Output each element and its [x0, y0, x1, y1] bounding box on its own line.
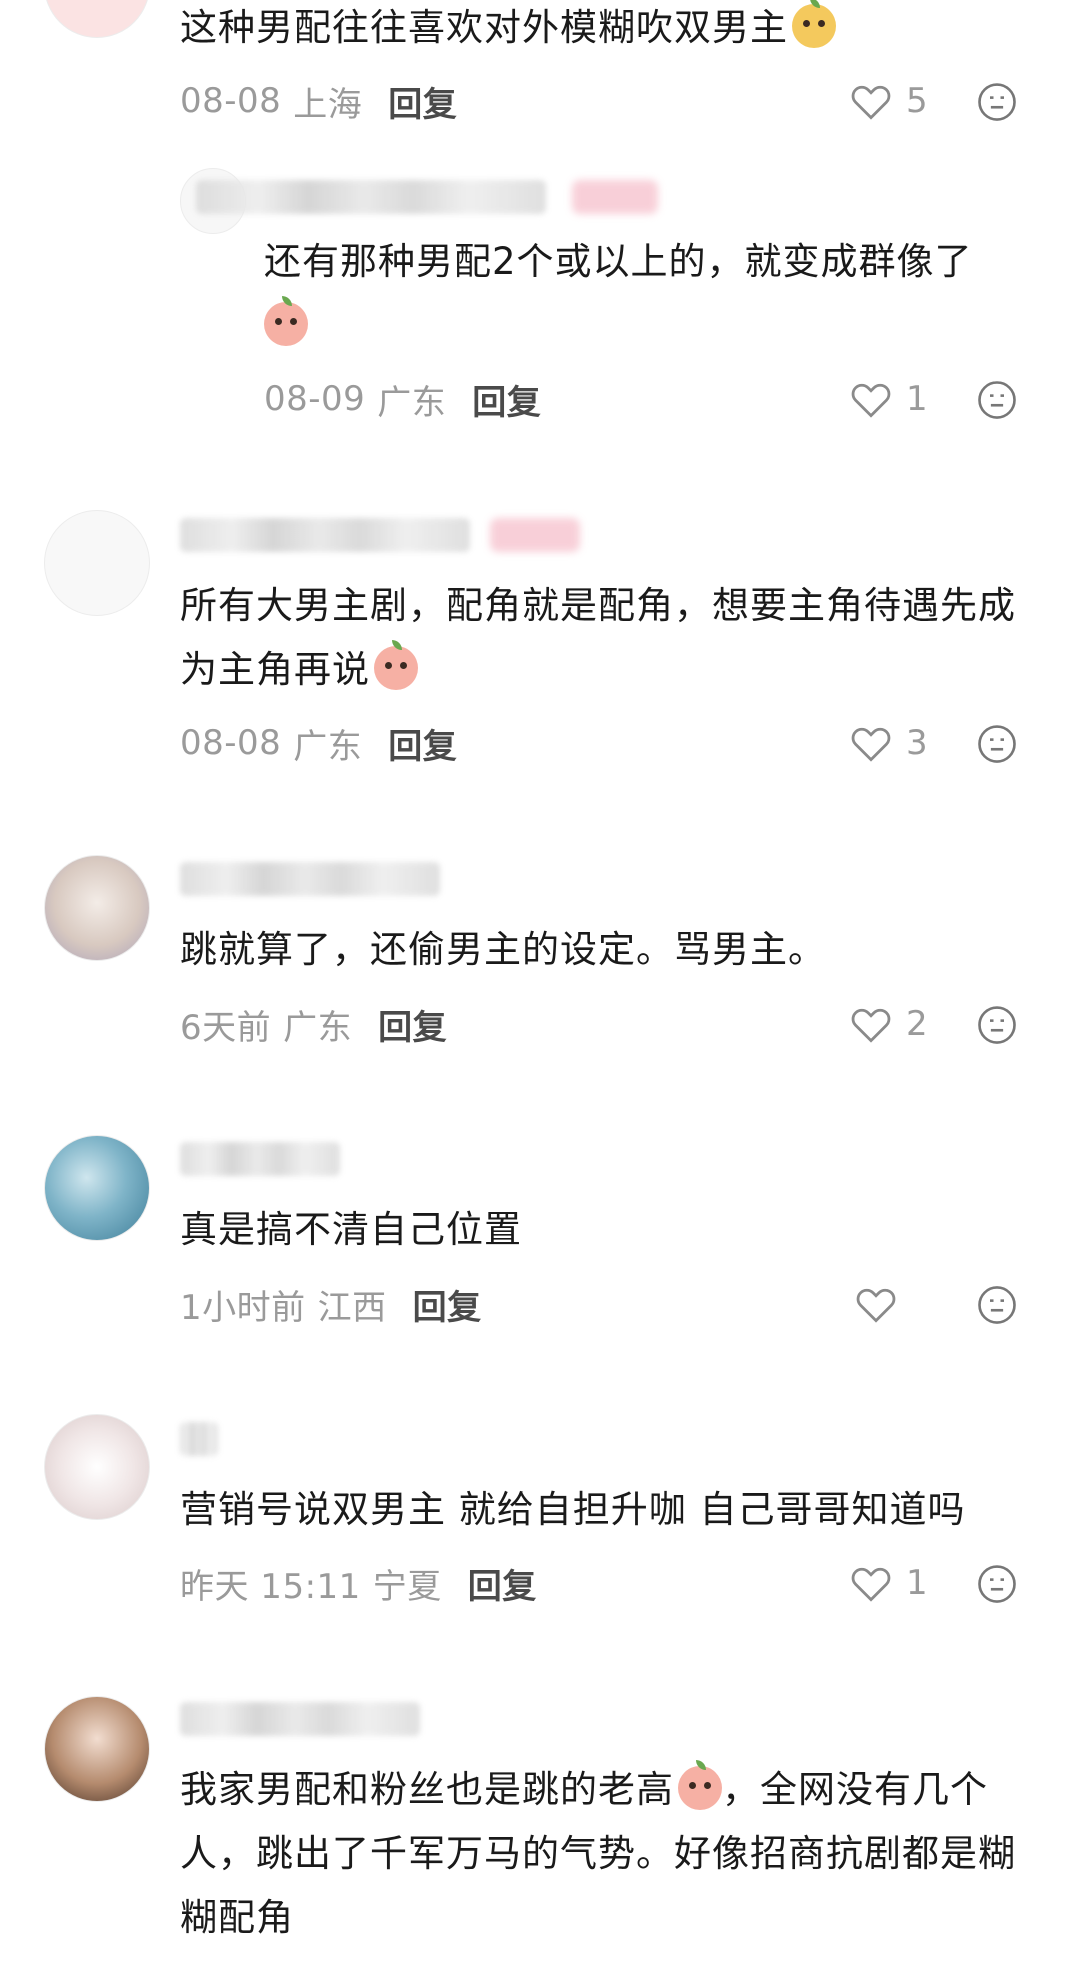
username-blurred — [180, 862, 440, 896]
like-count: 1 — [906, 1563, 928, 1603]
avatar[interactable] — [44, 0, 150, 38]
smiley-icon[interactable] — [976, 1004, 1018, 1046]
comment-location: 江西 — [317, 1287, 387, 1328]
comment-date: 昨天 15:11 — [180, 1566, 361, 1607]
comment-location: 宁夏 — [372, 1566, 442, 1607]
author-tag-blurred — [572, 180, 658, 214]
username-blurred — [180, 518, 470, 552]
comment-date: 08-08 — [180, 81, 282, 121]
comment-meta: 6天前 广东 回复 — [180, 999, 447, 1049]
like-button[interactable] — [855, 1279, 911, 1329]
like-button[interactable]: 3 — [850, 718, 928, 768]
comment-text: 这种男配往往喜欢对外模糊吹双男主 — [180, 0, 1040, 60]
comment-date: 08-08 — [180, 723, 282, 763]
like-button[interactable]: 5 — [850, 76, 928, 126]
avatar[interactable] — [44, 1135, 150, 1241]
comment-text: 营销号说双男主 就给自担升咖 自己哥哥知道吗 — [180, 1488, 966, 1531]
comment-text: 跳就算了，还偷男主的设定。骂男主。 — [180, 928, 826, 971]
smiley-icon[interactable] — [976, 81, 1018, 123]
comment-date: 1小时前 — [180, 1287, 306, 1328]
smiley-icon[interactable] — [976, 1563, 1018, 1605]
comment-date: 08-09 — [264, 379, 366, 419]
comment-location: 广东 — [293, 726, 363, 767]
username-blurred — [196, 180, 546, 214]
comment-location: 广东 — [283, 1007, 353, 1048]
like-count: 5 — [906, 81, 928, 121]
smiley-icon[interactable] — [976, 1284, 1018, 1326]
like-button[interactable]: 1 — [850, 374, 928, 424]
heart-outline-icon — [851, 85, 891, 120]
author-tag-blurred — [490, 518, 580, 552]
comment-location: 上海 — [293, 84, 363, 125]
comment-meta: 08-09 广东 回复 — [264, 374, 541, 424]
username-blurred — [180, 1142, 340, 1176]
comment-date: 6天前 — [180, 1007, 272, 1048]
heart-outline-icon — [851, 727, 891, 762]
smiley-icon[interactable] — [976, 379, 1018, 421]
heart-outline-icon — [851, 1567, 891, 1602]
avatar[interactable] — [44, 1414, 150, 1520]
comment-location: 广东 — [377, 382, 447, 423]
comment-meta: 昨天 15:11 宁夏 回复 — [180, 1558, 537, 1608]
comment-meta: 08-08 广东 回复 — [180, 718, 457, 768]
comment-text: 所有大男主剧，配角就是配角，想要主角待遇先成为主角再说 — [180, 584, 1016, 691]
reply-button[interactable]: 回复 — [468, 1559, 537, 1608]
like-count: 3 — [906, 723, 928, 763]
like-button[interactable]: 2 — [850, 999, 928, 1049]
crying-peach-emoji-icon — [264, 296, 308, 346]
peach-emoji-icon — [374, 640, 418, 690]
like-button[interactable]: 1 — [850, 1558, 928, 1608]
reply-button[interactable]: 回复 — [472, 375, 541, 424]
comment-text: 真是搞不清自己位置 — [180, 1208, 522, 1251]
pear-emoji-icon — [792, 0, 836, 48]
username-blurred — [180, 1422, 218, 1456]
comment-text: 还有那种男配2个或以上的，就变成群像了 — [264, 230, 1044, 358]
like-count: 2 — [906, 1004, 928, 1044]
comment-meta: 08-08 上海 回复 — [180, 76, 457, 126]
reply-button[interactable]: 回复 — [378, 1000, 447, 1049]
heart-outline-icon — [851, 383, 891, 418]
like-count: 1 — [906, 379, 928, 419]
comment-text: 我家男配和粉丝也是跳的老高 ，全网没有几个人，跳出了千军万马的气势。好像招商抗剧都… — [180, 1758, 1040, 1950]
crying-peach-emoji-icon — [678, 1760, 722, 1810]
username-blurred — [180, 1702, 420, 1736]
avatar[interactable] — [44, 510, 150, 616]
avatar[interactable] — [44, 855, 150, 961]
heart-outline-icon — [851, 1008, 891, 1043]
reply-button[interactable]: 回复 — [388, 719, 457, 768]
avatar[interactable] — [44, 1696, 150, 1802]
heart-outline-icon — [856, 1288, 896, 1323]
reply-button[interactable]: 回复 — [388, 77, 457, 126]
comment-meta: 1小时前 江西 回复 — [180, 1279, 482, 1329]
smiley-icon[interactable] — [976, 723, 1018, 765]
reply-button[interactable]: 回复 — [413, 1280, 482, 1329]
